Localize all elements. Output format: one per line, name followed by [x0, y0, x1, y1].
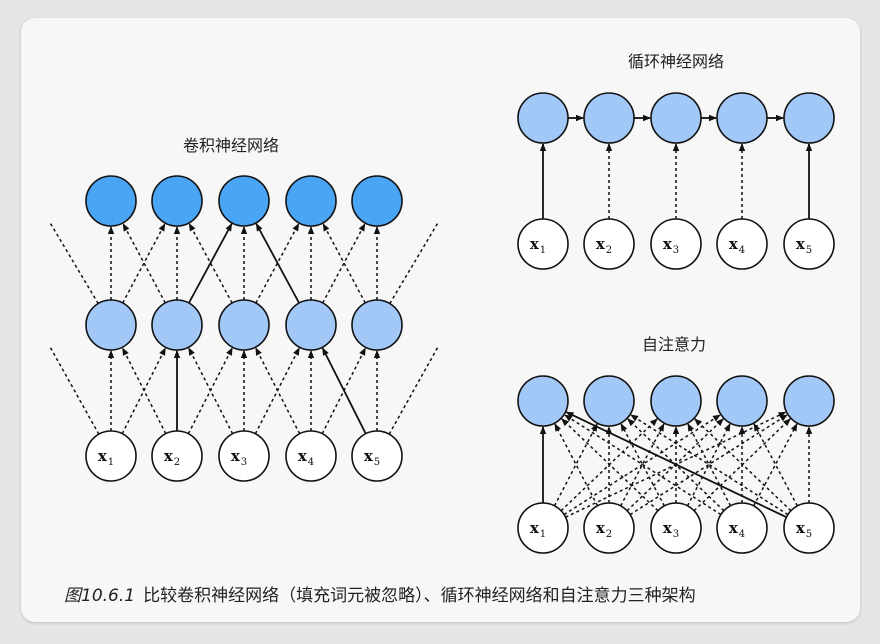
- cnn-padding-edge: [48, 221, 99, 304]
- input-subscript: 4: [308, 457, 314, 468]
- rnn-input-node: [783, 218, 835, 270]
- cnn-output-node: [85, 175, 137, 227]
- cnn-title: 卷积神经网络: [183, 136, 280, 155]
- caption-text: 比较卷积神经网络（填充词元被忽略）、循环神经网络和自注意力三种架构: [143, 586, 696, 606]
- attention-input-node: [716, 502, 768, 554]
- cnn-output-node: [285, 175, 337, 227]
- rnn-input-node: [650, 218, 702, 270]
- cnn-output-node: [351, 175, 403, 227]
- attention-input-node: [583, 502, 635, 554]
- cnn-padding-edge: [48, 345, 100, 435]
- cnn-hidden-node: [151, 299, 203, 351]
- rnn-hidden-node: [716, 92, 768, 144]
- attention-output-node: [783, 375, 835, 427]
- attention-input-node: [783, 502, 835, 554]
- rnn-input-node: [583, 218, 635, 270]
- input-subscript: 5: [374, 457, 380, 468]
- attention-output-node: [517, 375, 569, 427]
- cnn-input-node: [351, 430, 403, 482]
- rnn-hidden-node: [517, 92, 569, 144]
- input-subscript: 3: [673, 245, 679, 256]
- cnn-input-node: [285, 430, 337, 482]
- cnn-hidden-node: [218, 299, 270, 351]
- input-subscript: 3: [673, 529, 679, 540]
- rnn-title: 循环神经网络: [628, 52, 725, 71]
- cnn-padding-edge: [389, 221, 440, 304]
- cnn-input-node: [151, 430, 203, 482]
- attention-output-node: [650, 375, 702, 427]
- attention-title: 自注意力: [642, 335, 707, 354]
- input-subscript: 1: [540, 245, 546, 256]
- input-subscript: 2: [606, 245, 612, 256]
- cnn-output-node: [218, 175, 270, 227]
- input-subscript: 3: [241, 457, 247, 468]
- cnn-hidden-node: [285, 299, 337, 351]
- input-subscript: 2: [174, 457, 180, 468]
- input-subscript: 5: [806, 529, 812, 540]
- attention-output-node: [716, 375, 768, 427]
- cnn-hidden-node: [85, 299, 137, 351]
- attention-input-node: [517, 502, 569, 554]
- input-subscript: 2: [606, 529, 612, 540]
- attention-output-node: [583, 375, 635, 427]
- architecture-diagram: x1 x2 x3 x4 x5x1 x2 x3 x4 x5x1 x2 x3 x4 x5: [48, 92, 835, 554]
- figure-caption: 图10.6.1 比较卷积神经网络（填充词元被忽略）、循环神经网络和自注意力三种架构: [64, 581, 696, 606]
- input-subscript: 5: [806, 245, 812, 256]
- cnn-input-node: [85, 430, 137, 482]
- input-subscript: 1: [108, 457, 114, 468]
- input-subscript: 4: [739, 245, 745, 256]
- rnn-input-node: [716, 218, 768, 270]
- cnn-input-node: [218, 430, 270, 482]
- figure-number: 图10.6.1: [64, 586, 136, 606]
- rnn-input-node: [517, 218, 569, 270]
- cnn-output-node: [151, 175, 203, 227]
- cnn-hidden-node: [351, 299, 403, 351]
- input-subscript: 4: [739, 529, 745, 540]
- rnn-hidden-node: [583, 92, 635, 144]
- rnn-hidden-node: [783, 92, 835, 144]
- cnn-padding-edge: [388, 345, 440, 435]
- attention-input-node: [650, 502, 702, 554]
- rnn-hidden-node: [650, 92, 702, 144]
- input-subscript: 1: [540, 529, 546, 540]
